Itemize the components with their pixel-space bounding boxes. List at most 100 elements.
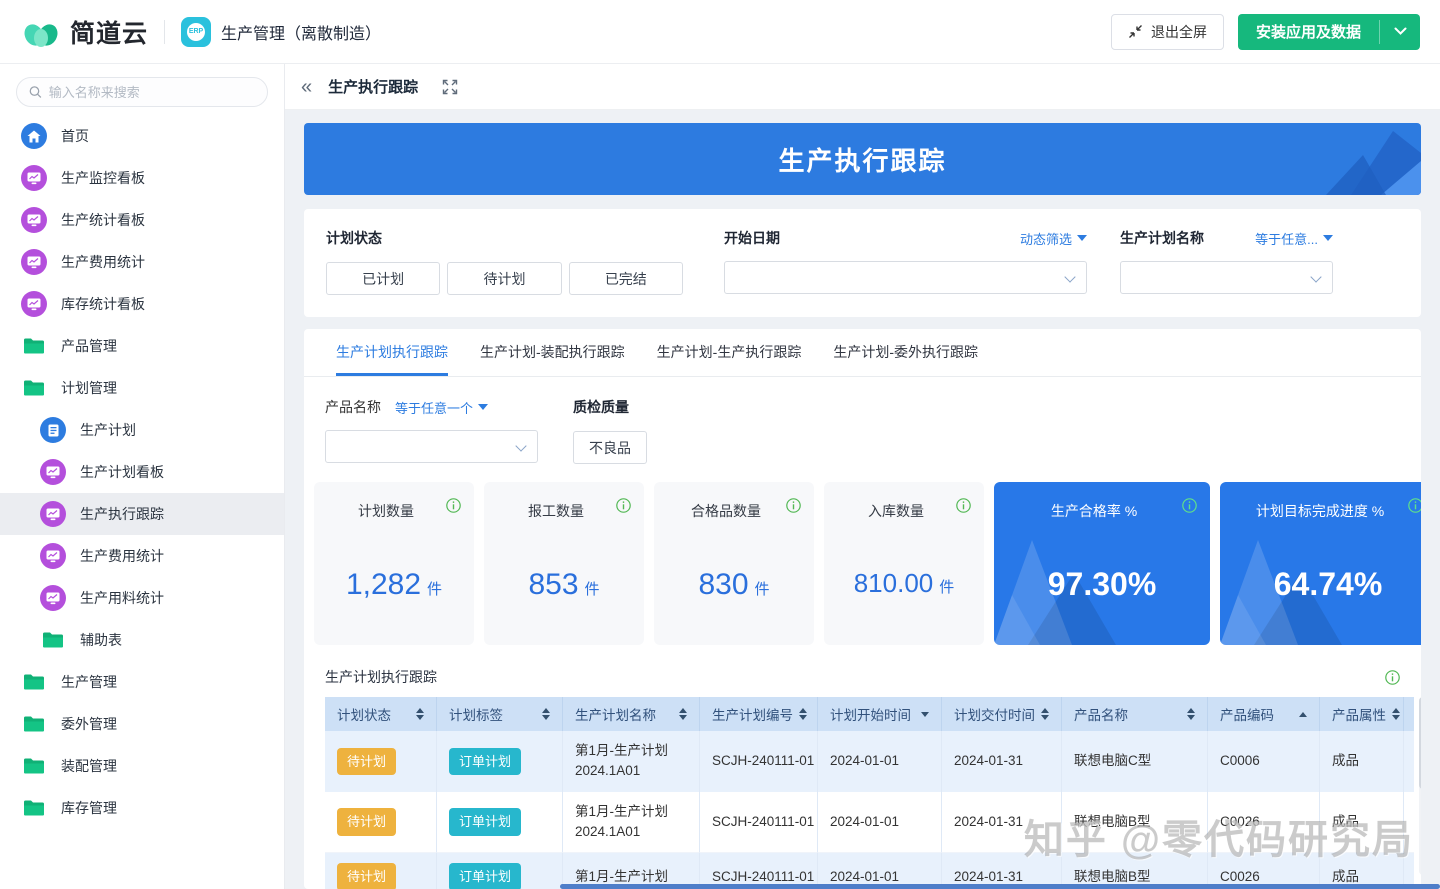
sidebar-item-plan-management[interactable]: 计划管理	[0, 367, 284, 409]
column-header[interactable]: 产品名称	[1062, 697, 1208, 731]
sidebar-item-production-material-stats[interactable]: 生产用料统计	[0, 577, 284, 619]
sidebar-item-production-monitor-board[interactable]: 生产监控看板	[0, 157, 284, 199]
info-icon[interactable]	[1182, 498, 1197, 513]
plan-status-option-finished[interactable]: 已完结	[569, 262, 683, 295]
folder-icon	[21, 757, 47, 775]
sidebar-item-home[interactable]: 首页	[0, 115, 284, 157]
info-icon[interactable]	[1385, 670, 1400, 685]
sort-icon[interactable]	[799, 708, 807, 720]
product-name-select[interactable]	[325, 430, 538, 463]
info-icon[interactable]	[446, 498, 461, 513]
sidebar-item-product-management[interactable]: 产品管理	[0, 325, 284, 367]
column-header[interactable]: 计划交付时间	[942, 697, 1062, 731]
start-date-mode-dropdown[interactable]: 动态筛选	[1020, 229, 1087, 248]
horizontal-scrollbar[interactable]	[560, 884, 1440, 889]
sort-icon[interactable]	[1041, 708, 1049, 720]
chevron-down-icon	[1064, 271, 1075, 282]
info-icon[interactable]	[786, 498, 801, 513]
sidebar-item-assembly-management[interactable]: 装配管理	[0, 745, 284, 787]
status-badge: 待计划	[337, 863, 396, 889]
sort-desc-icon[interactable]	[921, 712, 929, 717]
filter-card: 计划状态 已计划 待计划 已完结 开始日期 动态筛选	[304, 209, 1421, 317]
stat-value: 830	[698, 568, 748, 601]
fullscreen-expand-icon[interactable]	[442, 79, 458, 95]
quality-option-defective[interactable]: 不良品	[573, 431, 647, 464]
column-header[interactable]: 产品属性	[1320, 697, 1404, 731]
product-name-mode-dropdown[interactable]: 等于任意一个	[395, 398, 488, 417]
sidebar-item-production-execution-tracking[interactable]: 生产执行跟踪	[0, 493, 284, 535]
sidebar-item-inventory-management[interactable]: 库存管理	[0, 787, 284, 829]
sort-icon[interactable]	[1187, 708, 1195, 720]
plan-status-option-planned[interactable]: 已计划	[326, 262, 440, 295]
stat-card-reported-qty: 报工数量 853件	[484, 482, 644, 645]
tab-production-plan-tracking[interactable]: 生产计划执行跟踪	[336, 329, 448, 376]
tab-outsourcing-tracking[interactable]: 生产计划-委外执行跟踪	[833, 329, 978, 376]
dashboard-banner: 生产执行跟踪	[304, 123, 1421, 195]
sidebar-item-production-cost-stats[interactable]: 生产费用统计	[0, 241, 284, 283]
install-app-button[interactable]: 安装应用及数据	[1238, 14, 1420, 50]
sidebar-search[interactable]	[16, 77, 268, 107]
stat-unit: 件	[755, 581, 770, 598]
column-header[interactable]: 计划状态	[325, 697, 437, 731]
exit-fullscreen-icon	[1128, 24, 1143, 39]
sidebar-item-production-stats-board[interactable]: 生产统计看板	[0, 199, 284, 241]
sort-icon[interactable]	[542, 708, 550, 720]
sidebar-item-label: 生产费用统计	[61, 252, 145, 272]
sort-icon[interactable]	[1392, 708, 1400, 720]
tag-badge: 订单计划	[449, 808, 521, 836]
plan-status-label: 计划状态	[326, 228, 683, 248]
column-header[interactable]: 生产计划名称	[563, 697, 700, 731]
table-header-row: 计划状态 计划标签 生产计划名称 生产计划编号 计划开始时间 计划交付时间 产品…	[325, 697, 1414, 731]
info-icon[interactable]	[1408, 498, 1421, 513]
stat-value: 853	[528, 568, 578, 601]
search-input[interactable]	[49, 85, 255, 100]
info-icon[interactable]	[616, 498, 631, 513]
dashboard-icon	[40, 585, 66, 611]
plan-status-option-pending[interactable]: 待计划	[447, 262, 561, 295]
main-topbar: « 生产执行跟踪	[285, 64, 1440, 110]
app-title: 生产管理（离散制造）	[221, 20, 381, 44]
sidebar-item-outsourcing-management[interactable]: 委外管理	[0, 703, 284, 745]
dashboard-icon	[21, 165, 47, 191]
plan-name-label: 生产计划名称	[1120, 228, 1204, 248]
column-header[interactable]: 产品编码	[1208, 697, 1320, 731]
sidebar-item-production-plan-board[interactable]: 生产计划看板	[0, 451, 284, 493]
install-app-label[interactable]: 安装应用及数据	[1238, 14, 1379, 50]
sidebar-item-production-plan[interactable]: 生产计划	[0, 409, 284, 451]
plan-name-select[interactable]	[1120, 261, 1333, 294]
sort-icon[interactable]	[679, 708, 687, 720]
table-vertical-scrollbar[interactable]	[1419, 697, 1421, 875]
sidebar-nav: 首页 生产监控看板 生产统计看板 生产费用统计	[0, 115, 284, 829]
sidebar-item-production-management[interactable]: 生产管理	[0, 661, 284, 703]
erp-badge: ERP	[187, 23, 205, 41]
start-date-select[interactable]	[724, 261, 1087, 294]
column-header[interactable]: 生产计划编号	[700, 697, 818, 731]
sort-icon[interactable]	[416, 708, 424, 720]
sub-filter-row: 产品名称 等于任意一个 质检质量 不良品	[304, 377, 1421, 464]
exit-fullscreen-button[interactable]: 退出全屏	[1111, 14, 1224, 50]
plan-name-mode-dropdown[interactable]: 等于任意...	[1255, 229, 1333, 248]
sidebar-item-production-cost-stats-sub[interactable]: 生产费用统计	[0, 535, 284, 577]
dashboard-icon	[21, 249, 47, 275]
search-icon	[29, 85, 42, 99]
sidebar-item-label: 辅助表	[80, 630, 122, 650]
jiandaoyun-leaf-icon	[22, 15, 60, 49]
triangle-down-icon	[1323, 235, 1333, 241]
sidebar-item-inventory-stats-board[interactable]: 库存统计看板	[0, 283, 284, 325]
column-header[interactable]: 计划开始时间	[818, 697, 942, 731]
sidebar-item-auxiliary-tables[interactable]: 辅助表	[0, 619, 284, 661]
banner-decoration	[1231, 123, 1421, 195]
install-dropdown-toggle[interactable]	[1380, 14, 1420, 50]
column-header[interactable]: 计划标签	[437, 697, 563, 731]
app-icon: ERP	[181, 17, 211, 47]
table-row[interactable]: 待计划 订单计划 第1月-生产计划2024.1A01 SCJH-240111-0…	[325, 731, 1414, 792]
tab-assembly-tracking[interactable]: 生产计划-装配执行跟踪	[480, 329, 625, 376]
folder-icon	[21, 379, 47, 397]
sidebar-collapse-icon[interactable]: «	[297, 77, 316, 97]
sort-asc-icon[interactable]	[1299, 712, 1307, 717]
product-name-label: 产品名称	[325, 397, 381, 417]
plan-name-mode-label: 等于任意...	[1255, 229, 1318, 248]
tab-production-tracking[interactable]: 生产计划-生产执行跟踪	[657, 329, 802, 376]
brand-logo[interactable]: 简道云	[22, 14, 148, 50]
info-icon[interactable]	[956, 498, 971, 513]
